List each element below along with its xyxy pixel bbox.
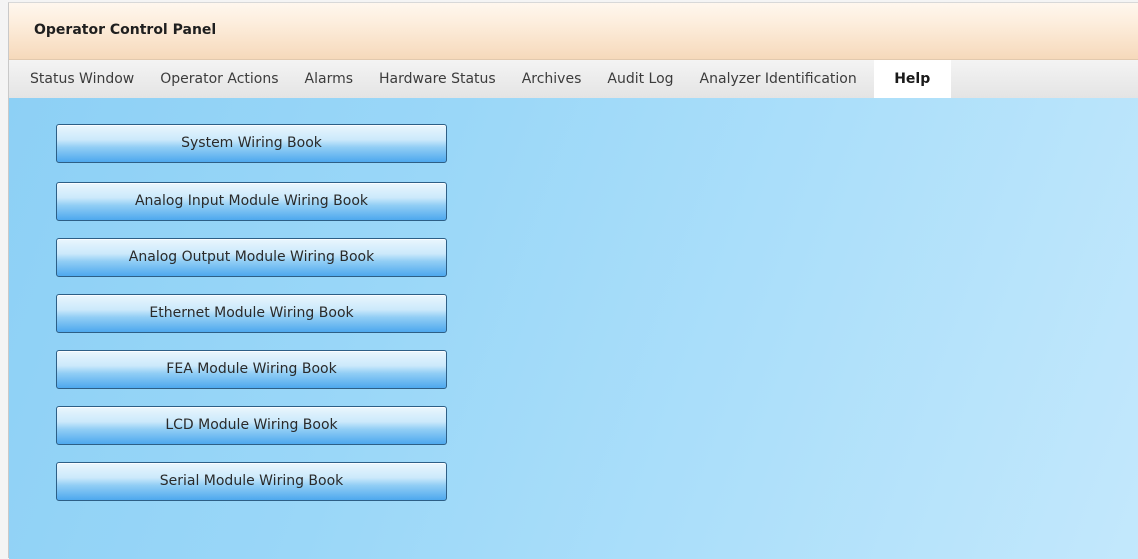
tab-help[interactable]: Help (873, 60, 951, 98)
analog-output-module-wiring-book-button[interactable]: Analog Output Module Wiring Book (56, 238, 447, 277)
tab-alarms[interactable]: Alarms (305, 60, 354, 98)
title-bar: Operator Control Panel (9, 3, 1138, 60)
tab-operator-actions[interactable]: Operator Actions (160, 60, 278, 98)
tab-analyzer-identification[interactable]: Analyzer Identification (700, 60, 857, 98)
ethernet-module-wiring-book-button[interactable]: Ethernet Module Wiring Book (56, 294, 447, 333)
analog-input-module-wiring-book-button[interactable]: Analog Input Module Wiring Book (56, 182, 447, 221)
tab-status-window[interactable]: Status Window (30, 60, 134, 98)
operator-control-panel-window: Operator Control Panel Status Window Ope… (8, 2, 1138, 559)
system-wiring-book-button[interactable]: System Wiring Book (56, 124, 447, 163)
help-content-panel: System Wiring Book Analog Input Module W… (9, 98, 1138, 559)
serial-module-wiring-book-button[interactable]: Serial Module Wiring Book (56, 462, 447, 501)
lcd-module-wiring-book-button[interactable]: LCD Module Wiring Book (56, 406, 447, 445)
fea-module-wiring-book-button[interactable]: FEA Module Wiring Book (56, 350, 447, 389)
tab-archives[interactable]: Archives (522, 60, 582, 98)
window-title: Operator Control Panel (34, 22, 217, 38)
tab-audit-log[interactable]: Audit Log (607, 60, 673, 98)
tab-hardware-status[interactable]: Hardware Status (379, 60, 496, 98)
tab-strip: Status Window Operator Actions Alarms Ha… (9, 60, 1138, 99)
